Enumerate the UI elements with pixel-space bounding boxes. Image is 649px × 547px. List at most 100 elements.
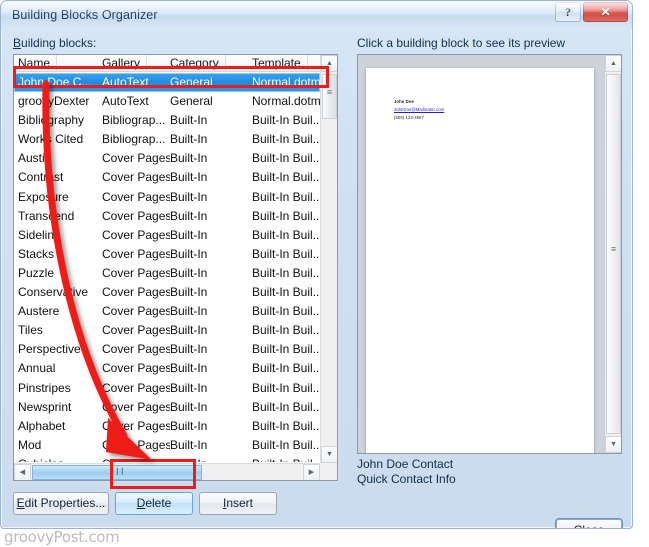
- table-row[interactable]: Tiles Cover Pages Built-In Built-In Buil...: [14, 321, 320, 340]
- cell-category: Built-In: [170, 437, 208, 452]
- cell-template: Built-In Buil...: [252, 342, 320, 357]
- cell-name: Perspective: [18, 342, 81, 357]
- building-blocks-label: Building blocks:: [13, 36, 97, 50]
- cell-template: Built-In Buil...: [252, 113, 320, 128]
- preview-scroll-thumb[interactable]: [606, 74, 621, 434]
- cell-name: Sideline: [18, 227, 61, 242]
- building-blocks-list[interactable]: Name Gallery Category Template John Doe …: [13, 54, 338, 481]
- cell-name: Exposure: [18, 189, 69, 204]
- cell-name: Puzzle: [18, 265, 55, 280]
- list-horizontal-scrollbar[interactable]: ◀ ▶: [14, 463, 320, 480]
- table-row[interactable]: Exposure Cover Pages Built-In Built-In Buil…: [14, 188, 320, 207]
- table-row[interactable]: Austere Cover Pages Built-In Built-In Buil.…: [14, 302, 320, 321]
- table-row[interactable]: Perspective Cover Pages Built-In Built-In B…: [14, 340, 320, 359]
- cell-category: General: [170, 94, 213, 109]
- column-header-gallery[interactable]: Gallery: [102, 55, 148, 72]
- cell-name: Works Cited: [18, 132, 84, 147]
- cell-gallery: Cover Pages: [102, 208, 170, 223]
- preview-caption-description: Quick Contact Info: [357, 472, 456, 486]
- scroll-thumb-vertical[interactable]: [322, 74, 337, 119]
- table-row[interactable]: CubiclesCover PagesBuilt-In Built-In Buil…: [14, 455, 320, 462]
- cell-name: Annual: [18, 361, 56, 376]
- table-row[interactable]: Mod Cover Pages Built-In Built-In Buil...: [14, 436, 320, 455]
- table-row[interactable]: Stacks Cover Pages Built-In Built-In Buil..…: [14, 245, 320, 264]
- scroll-up-icon[interactable]: ▲: [321, 55, 337, 72]
- table-row[interactable]: Annual Cover Pages Built-In Built-In Buil..…: [14, 359, 320, 378]
- cell-name: Conservative: [18, 285, 89, 300]
- cell-template: Built-In Buil...: [252, 457, 320, 462]
- cell-template: Built-In Buil...: [252, 265, 320, 280]
- table-row[interactable]: groovyDexter AutoText General Normal.dotm: [14, 92, 320, 111]
- title-bar: Building Blocks Organizer ? ✕: [1, 1, 632, 30]
- cell-category: Built-In: [170, 399, 208, 414]
- table-row[interactable]: Austin Cover Pages Built-In Built-In Buil..…: [14, 149, 320, 168]
- list-column-headers: Name Gallery Category Template: [14, 55, 337, 72]
- cell-template: Built-In Buil...: [252, 361, 320, 376]
- cell-name: Contrast: [18, 170, 64, 185]
- cell-gallery: Cover Pages: [102, 418, 170, 433]
- cell-gallery: Bibliograp...: [102, 113, 166, 128]
- cell-gallery: Cover Pages: [102, 285, 170, 300]
- column-header-name[interactable]: Name: [18, 55, 58, 72]
- cell-name: John Doe C...: [18, 75, 92, 89]
- table-row[interactable]: Conservative Cover Pages Built-In Built-In …: [14, 283, 320, 302]
- help-icon[interactable]: ?: [555, 2, 581, 22]
- column-header-category[interactable]: Category: [170, 55, 226, 72]
- cell-name: Pinstripes: [18, 380, 71, 395]
- cell-gallery: Cover Pages: [102, 323, 170, 338]
- cell-category: Built-In: [170, 113, 208, 128]
- building-blocks-organizer-dialog: Building Blocks Organizer ? ✕ Building b…: [0, 0, 633, 529]
- table-row[interactable]: Alphabet Cover Pages Built-In Built-In Buil…: [14, 417, 320, 436]
- table-row[interactable]: Works Cited Bibliograp... Built-In Built-In…: [14, 130, 320, 149]
- table-row[interactable]: Pinstripes Cover Pages Built-In Built-In Bu…: [14, 379, 320, 398]
- cell-name: Alphabet: [18, 418, 66, 433]
- scroll-down-icon[interactable]: ▼: [321, 446, 337, 463]
- preview-scroll-up-icon[interactable]: ▲: [605, 55, 621, 72]
- cell-category: Built-In: [170, 246, 208, 261]
- cell-category: Built-In: [170, 285, 208, 300]
- watermark: groovyPost.com: [4, 528, 120, 546]
- preview-pane[interactable]: John Doe JohnDoe@Mailinator.com (555) 12…: [357, 54, 622, 454]
- cell-category: Built-In: [170, 361, 208, 376]
- cell-gallery: Cover Pages: [102, 361, 170, 376]
- cell-category: Built-In: [170, 265, 208, 280]
- cell-gallery: Cover Pages: [102, 189, 170, 204]
- cell-template: Built-In Buil...: [252, 246, 320, 261]
- cell-gallery: Cover Pages: [102, 304, 170, 319]
- table-row[interactable]: Puzzle Cover Pages Built-In Built-In Buil..…: [14, 264, 320, 283]
- table-row[interactable]: Transcend Cover Pages Built-In Built-In Bui…: [14, 207, 320, 226]
- table-row[interactable]: Contrast Cover Pages Built-In Built-In Buil…: [14, 168, 320, 187]
- preview-scroll-down-icon[interactable]: ▼: [605, 436, 621, 453]
- cell-category: Built-In: [170, 208, 208, 223]
- cell-name: groovyDexter: [18, 94, 90, 109]
- close-icon[interactable]: ✕: [583, 2, 628, 22]
- edit-properties-button[interactable]: Edit Properties...: [13, 492, 109, 515]
- cell-category: Built-In: [170, 170, 208, 185]
- preview-caption-title: John Doe Contact: [357, 457, 454, 471]
- table-row[interactable]: Bibliography Bibliograp... Built-In Built-I…: [14, 111, 320, 130]
- cell-template: Built-In Buil...: [252, 323, 320, 338]
- list-vertical-scrollbar[interactable]: ▲ ▼: [320, 55, 337, 463]
- cell-gallery: AutoText: [102, 94, 149, 109]
- cell-template: Built-In Buil...: [252, 208, 320, 223]
- cell-category: Built-In: [170, 304, 208, 319]
- scroll-thumb-horizontal[interactable]: [32, 465, 202, 480]
- cell-name: Mod: [18, 437, 42, 452]
- table-row[interactable]: Newsprint Cover Pages Built-In Built-In Bui…: [14, 398, 320, 417]
- cell-template: Built-In Buil...: [252, 304, 320, 319]
- scroll-left-icon[interactable]: ◀: [14, 464, 31, 480]
- column-header-template[interactable]: Template: [252, 55, 308, 72]
- scroll-right-icon[interactable]: ▶: [303, 464, 320, 480]
- preview-hint-label: Click a building block to see its previe…: [357, 36, 566, 50]
- insert-button[interactable]: Insert: [199, 492, 277, 515]
- table-row[interactable]: John Doe C... AutoText General Normal.dotm: [14, 73, 320, 93]
- cell-name: Stacks: [18, 246, 55, 261]
- cell-category: Built-In: [170, 342, 208, 357]
- close-button[interactable]: Close: [556, 519, 622, 528]
- cell-gallery: Cover Pages: [102, 342, 170, 357]
- delete-button[interactable]: Delete: [115, 492, 193, 515]
- preview-contact-email: JohnDoe@Mailinator.com: [394, 107, 445, 112]
- table-row[interactable]: Sideline Cover Pages Built-In Built-In Buil…: [14, 226, 320, 245]
- cell-template: Built-In Buil...: [252, 227, 320, 242]
- preview-vertical-scrollbar[interactable]: ▲ ▼: [604, 55, 621, 453]
